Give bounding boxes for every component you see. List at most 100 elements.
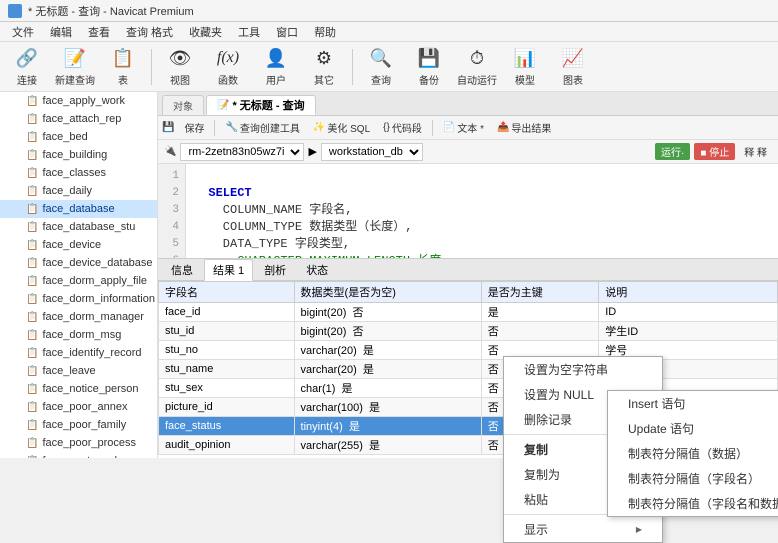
- menu-file[interactable]: 文件: [4, 22, 42, 41]
- beautify-btn[interactable]: ✨ 美化 SQL: [308, 118, 375, 137]
- menu-help[interactable]: 帮助: [306, 22, 344, 41]
- query-builder-btn[interactable]: 🔧 查询创建工具: [220, 118, 304, 137]
- query-builder-icon: 🔧: [225, 122, 237, 133]
- sidebar-item-0[interactable]: 📋face_apply_work: [0, 92, 157, 110]
- table-row[interactable]: face_id bigint(20) 否 是 ID: [159, 303, 778, 322]
- sidebar-item-10[interactable]: 📋face_dorm_apply_file: [0, 272, 157, 290]
- table-row[interactable]: stu_name varchar(20) 是 否 姓名: [159, 360, 778, 379]
- tool-autorun[interactable]: ⏱ 自动运行: [454, 45, 500, 89]
- results-tab-analyze[interactable]: 剖析: [255, 259, 295, 281]
- sql-editor[interactable]: 123456789 SELECT COLUMN_NAME 字段名, COLUMN…: [158, 164, 778, 258]
- menu-edit[interactable]: 编辑: [42, 22, 80, 41]
- tool-new-query-label: 新建查询: [55, 72, 95, 87]
- menu-view[interactable]: 查看: [80, 22, 118, 41]
- sub-ctx-tab-all[interactable]: 制表符分隔值（字段名和数据）: [608, 491, 778, 516]
- cell-type: varchar(20) 是: [294, 341, 481, 360]
- tool-model[interactable]: 📊 模型: [502, 45, 548, 89]
- cell-type: varchar(100) 是: [294, 398, 481, 417]
- table-icon-7: 📋: [26, 222, 38, 233]
- object-tab[interactable]: 对象: [162, 95, 204, 115]
- menu-query-format[interactable]: 查询 格式: [118, 22, 181, 41]
- table-row[interactable]: stu_no varchar(20) 是 否 学号: [159, 341, 778, 360]
- sidebar-item-18[interactable]: 📋face_poor_family: [0, 416, 157, 434]
- sidebar-item-5[interactable]: 📋face_daily: [0, 182, 157, 200]
- sidebar-item-1[interactable]: 📋face_attach_rep: [0, 110, 157, 128]
- cell-field: stu_id: [159, 322, 295, 341]
- sidebar-item-3[interactable]: 📋face_building: [0, 146, 157, 164]
- tool-other[interactable]: ⚙ 其它: [301, 45, 347, 89]
- sidebar-item-11[interactable]: 📋face_dorm_information: [0, 290, 157, 308]
- table-icon-3: 📋: [26, 150, 38, 161]
- sub-context-menu: Insert 语句 Update 语句 制表符分隔值（数据） 制表符分隔值（字段…: [607, 390, 778, 517]
- save-btn[interactable]: 保存: [179, 118, 209, 137]
- table-row[interactable]: stu_id bigint(20) 否 否 学生ID: [159, 322, 778, 341]
- table-icon-8: 📋: [26, 240, 38, 251]
- tool-view[interactable]: 👁 视图: [157, 45, 203, 89]
- cell-type: tinyint(4) 是: [294, 417, 481, 436]
- run-btn[interactable]: 运行·: [655, 143, 690, 160]
- sidebar-item-17[interactable]: 📋face_poor_annex: [0, 398, 157, 416]
- tool-view-label: 视图: [170, 72, 190, 87]
- sub-ctx-tab-data[interactable]: 制表符分隔值（数据）: [608, 441, 778, 466]
- sidebar-item-13[interactable]: 📋face_dorm_msg: [0, 326, 157, 344]
- tool-connect[interactable]: 🔗 连接: [4, 45, 50, 89]
- sidebar-item-14[interactable]: 📋face_identify_record: [0, 344, 157, 362]
- menu-window[interactable]: 窗口: [268, 22, 306, 41]
- table-icon-5: 📋: [26, 186, 38, 197]
- function-icon: f(x): [216, 46, 240, 70]
- sidebar-item-7[interactable]: 📋face_database_stu: [0, 218, 157, 236]
- sub-ctx-update[interactable]: Update 语句: [608, 416, 778, 441]
- tool-chart[interactable]: 📈 图表: [550, 45, 596, 89]
- tool-backup[interactable]: 💾 备份: [406, 45, 452, 89]
- menu-tools[interactable]: 工具: [230, 22, 268, 41]
- sidebar-item-6[interactable]: 📋face_database: [0, 200, 157, 218]
- sidebar-item-2[interactable]: 📋face_bed: [0, 128, 157, 146]
- text-mode-btn[interactable]: 📄 文本 *: [438, 118, 489, 137]
- database-select[interactable]: workstation_db: [321, 143, 423, 161]
- tool-user[interactable]: 👤 用户: [253, 45, 299, 89]
- tool-table[interactable]: 📋 表: [100, 45, 146, 89]
- chart-icon: 📈: [561, 46, 585, 70]
- ctx-set-empty[interactable]: 设置为空字符串: [504, 357, 662, 382]
- line-numbers: 123456789: [158, 164, 186, 258]
- cell-primary: 是: [481, 303, 598, 322]
- results-tab-result[interactable]: 结果 1: [204, 259, 253, 281]
- sidebar-item-16[interactable]: 📋face_notice_person: [0, 380, 157, 398]
- tool-query-label: 查询: [371, 72, 391, 87]
- sidebar-item-20[interactable]: 📋face_post_apply: [0, 452, 157, 458]
- sidebar-item-19[interactable]: 📋face_poor_process: [0, 434, 157, 452]
- sidebar-item-4[interactable]: 📋face_classes: [0, 164, 157, 182]
- table-icon-14: 📋: [26, 348, 38, 359]
- tool-query[interactable]: 🔍 查询: [358, 45, 404, 89]
- table-icon-15: 📋: [26, 366, 38, 377]
- sub-ctx-tab-fields[interactable]: 制表符分隔值（字段名）: [608, 466, 778, 491]
- cell-type: varchar(20) 是: [294, 360, 481, 379]
- code-snippet-icon: {}: [383, 122, 390, 133]
- ctx-display[interactable]: 显示▶: [504, 517, 662, 542]
- stop-btn[interactable]: ■ 停止: [694, 143, 735, 160]
- results-tab-info[interactable]: 信息: [162, 259, 202, 281]
- query-tab[interactable]: 📝 * 无标题 - 查询: [206, 95, 316, 115]
- menu-favorites[interactable]: 收藏夹: [181, 22, 230, 41]
- cell-field: picture_id: [159, 398, 295, 417]
- sub-ctx-insert[interactable]: Insert 语句: [608, 391, 778, 416]
- addr-bar: 🔌 rm-2zetn83n05wz7i ▶ workstation_db 运行·…: [158, 140, 778, 164]
- sidebar-item-9[interactable]: 📋face_device_database: [0, 254, 157, 272]
- cell-field: stu_sex: [159, 379, 295, 398]
- toolbar-separator-2: [352, 49, 353, 85]
- tool-table-label: 表: [118, 72, 128, 87]
- sidebar-item-15[interactable]: 📋face_leave: [0, 362, 157, 380]
- cell-field: audit_opinion: [159, 436, 295, 455]
- sidebar-item-8[interactable]: 📋face_device: [0, 236, 157, 254]
- results-tab-status[interactable]: 状态: [297, 259, 337, 281]
- cell-field: stu_name: [159, 360, 295, 379]
- cell-type: bigint(20) 否: [294, 303, 481, 322]
- connection-select[interactable]: rm-2zetn83n05wz7i: [180, 143, 304, 161]
- explain-btn[interactable]: 释 释: [739, 142, 772, 161]
- code-snippet-btn[interactable]: {} 代码段: [378, 118, 427, 137]
- tool-new-query[interactable]: 📝 新建查询: [52, 45, 98, 89]
- table-icon-1: 📋: [26, 114, 38, 125]
- export-btn[interactable]: 📤 导出结果: [492, 118, 556, 137]
- sidebar-item-12[interactable]: 📋face_dorm_manager: [0, 308, 157, 326]
- tool-function[interactable]: f(x) 函数: [205, 45, 251, 89]
